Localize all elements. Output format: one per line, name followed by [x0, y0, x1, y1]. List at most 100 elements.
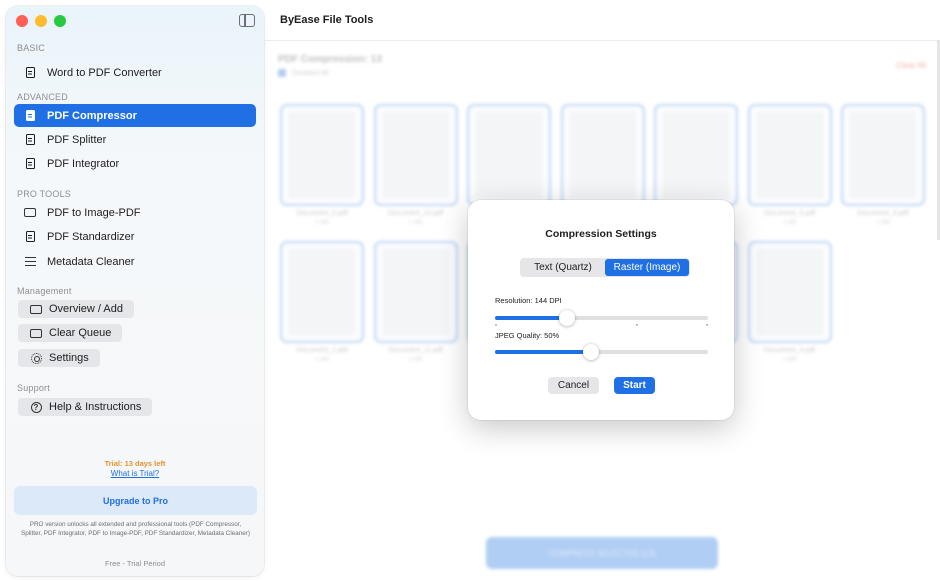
file-thumbnail[interactable] [280, 104, 364, 206]
clear-all-link[interactable]: Clear All [896, 61, 926, 70]
file-thumbnail[interactable] [841, 104, 925, 206]
sidebar-item-pdf-to-image[interactable]: PDF to Image-PDF [14, 201, 256, 224]
sidebar-item-label: PDF Compressor [47, 109, 137, 122]
button-label: Overview / Add [49, 303, 123, 315]
file-name: Document_1.pdf [296, 347, 348, 354]
slider-tick [705, 324, 708, 326]
file-size: 1 MB [314, 357, 329, 363]
gear-icon [30, 352, 42, 364]
upgrade-to-pro-button[interactable]: Upgrade to Pro [14, 486, 257, 515]
minimize-window-button[interactable] [35, 15, 47, 27]
select-all-toggle[interactable]: Deselect All [278, 69, 329, 77]
page-preview [476, 112, 542, 198]
sidebar-item-label: PDF to Image-PDF [47, 206, 141, 219]
help-button[interactable]: ? Help & Instructions [18, 398, 153, 416]
compression-settings-dialog: Compression Settings Text (Quartz) Raste… [468, 200, 734, 420]
file-thumbnail[interactable] [747, 104, 832, 206]
resolution-label: Resolution: 144 DPI [495, 296, 562, 305]
file-name: Document_6.pdf [857, 210, 909, 217]
jpeg-quality-slider-fill [495, 350, 591, 354]
trial-days-left: Trial: 13 days left [104, 459, 166, 468]
cancel-button[interactable]: Cancel [548, 377, 599, 394]
file-thumbnail[interactable] [747, 241, 832, 343]
sidebar-item-word-to-pdf[interactable]: Word to PDF Converter [14, 61, 256, 84]
page-preview [663, 112, 729, 198]
add-folder-icon [30, 303, 42, 315]
resolution-slider-fill [495, 316, 568, 320]
overview-add-button[interactable]: Overview / Add [18, 300, 134, 318]
zoom-window-button[interactable] [54, 15, 66, 27]
sidebar-item-label: Metadata Cleaner [47, 255, 135, 268]
file-size: 1 MB [875, 220, 890, 226]
file-size: 1 MB [408, 220, 423, 226]
document-icon [23, 66, 37, 80]
close-window-button[interactable] [16, 15, 28, 27]
file-size: 1 MB [408, 357, 423, 363]
sidebar-toggle-icon[interactable] [239, 14, 255, 27]
file-name: Document_10.pdf [387, 210, 444, 217]
what-is-trial-link[interactable]: What is Trial? [6, 469, 264, 478]
sidebar-item-metadata-cleaner[interactable]: Metadata Cleaner [14, 250, 256, 273]
file-thumbnail[interactable] [560, 104, 645, 206]
pro-description: PRO version unlocks all extended and pro… [21, 521, 250, 537]
sidebar-item-label: PDF Standardizer [47, 230, 135, 243]
button-label: Settings [49, 352, 89, 364]
button-label: Help & Instructions [49, 401, 142, 413]
mode-segmented-control[interactable]: Text (Quartz) Raster (Image) [520, 258, 690, 277]
file-name: Document_11.pdf [388, 347, 443, 354]
file-thumbnail[interactable] [654, 104, 738, 206]
merge-document-icon [23, 157, 37, 171]
file-thumbnail[interactable] [373, 241, 458, 343]
section-basic: BASIC [17, 43, 46, 53]
clear-tray-icon [30, 327, 42, 339]
resolution-slider-knob[interactable] [559, 310, 576, 326]
page-preview [289, 249, 355, 335]
jpeg-quality-slider-knob[interactable] [582, 344, 599, 360]
queue-title: PDF Compression: 13 [278, 54, 382, 65]
select-all-label: Deselect All [292, 69, 329, 77]
settings-button[interactable]: Settings [18, 349, 100, 367]
file-thumbnail[interactable] [467, 104, 551, 206]
file-thumbnail[interactable] [280, 241, 364, 343]
sidebar-item-pdf-compressor[interactable]: PDF Compressor [14, 104, 256, 127]
dialog-title: Compression Settings [545, 228, 657, 240]
section-support: Support [17, 383, 50, 393]
sidebar-item-pdf-integrator[interactable]: PDF Integrator [14, 152, 256, 175]
sidebar-item-pdf-standardizer[interactable]: PDF Standardizer [14, 225, 256, 248]
button-label: Clear Queue [49, 327, 112, 339]
page-preview [850, 112, 916, 198]
sidebar-item-label: Word to PDF Converter [47, 66, 162, 79]
toolbar-divider [265, 40, 940, 41]
file-name: Document_5.pdf [763, 210, 816, 217]
page-preview [382, 112, 449, 198]
section-management: Management [17, 286, 72, 296]
window-controls [16, 15, 66, 27]
file-thumbnail[interactable] [373, 104, 458, 206]
clear-queue-button[interactable]: Clear Queue [18, 324, 123, 342]
question-icon: ? [30, 401, 42, 413]
compress-selected-button[interactable]: COMPRESS SELECTED (13) [486, 537, 718, 569]
sidebar-item-pdf-splitter[interactable]: PDF Splitter [14, 128, 256, 151]
plan-label: Free - Trial Period [104, 559, 166, 568]
page-preview [382, 249, 449, 335]
jpeg-quality-slider[interactable] [495, 344, 708, 360]
file-size: 1 MB [314, 220, 329, 226]
checkbox-icon [278, 69, 286, 77]
document-icon [23, 109, 37, 123]
start-button[interactable]: Start [614, 377, 655, 394]
file-name: Document_4.pdf [763, 347, 816, 354]
mode-text-quartz[interactable]: Text (Quartz) [521, 259, 605, 276]
resolution-slider[interactable] [495, 310, 708, 326]
page-preview [289, 112, 355, 198]
file-size: 1 MB [782, 220, 797, 226]
mode-raster-image[interactable]: Raster (Image) [605, 259, 689, 276]
file-size: 1 MB [782, 357, 797, 363]
slider-tick [495, 324, 497, 326]
page-preview [569, 112, 636, 198]
sidebar-item-label: PDF Splitter [47, 133, 107, 146]
slider-tick [635, 324, 638, 326]
page-preview [756, 112, 823, 198]
page-preview [756, 249, 823, 335]
app-title: ByEase File Tools [280, 14, 374, 26]
sidebar: BASIC Word to PDF Converter ADVANCED PDF… [6, 6, 264, 576]
